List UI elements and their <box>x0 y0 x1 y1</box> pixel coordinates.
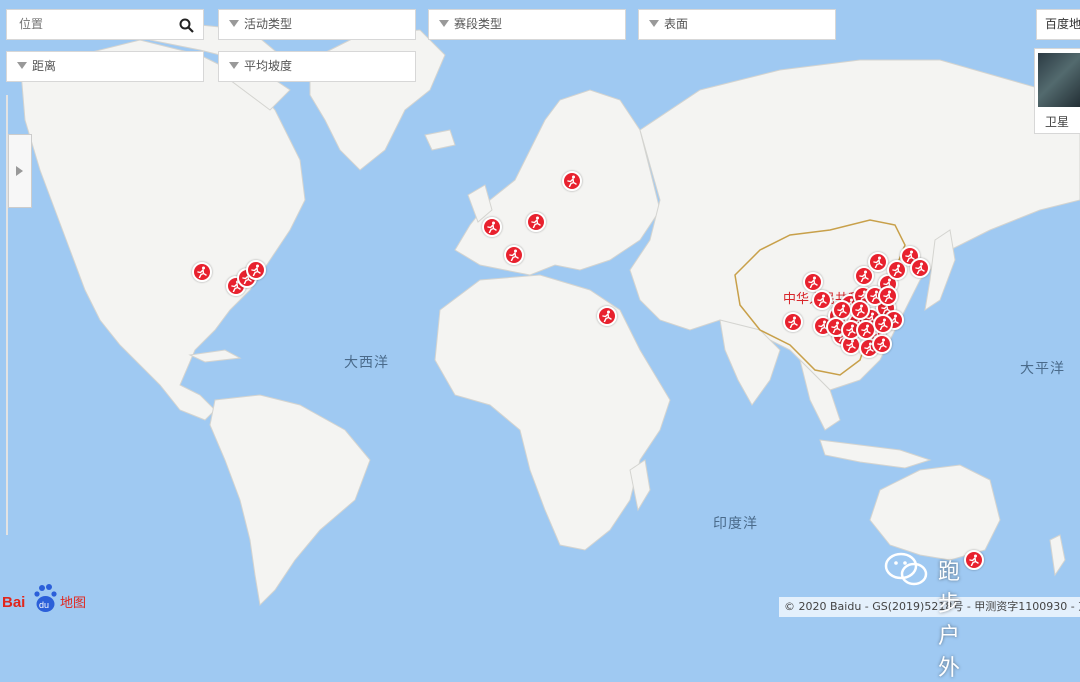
activity-type-dropdown[interactable]: 活动类型 <box>218 9 416 40</box>
running-segment-marker[interactable] <box>964 550 984 570</box>
world-map[interactable] <box>0 0 1080 617</box>
running-segment-marker[interactable] <box>910 258 930 278</box>
running-segment-marker[interactable] <box>562 171 582 191</box>
runner-icon <box>969 554 979 566</box>
running-segment-marker[interactable] <box>482 217 502 237</box>
running-segment-marker[interactable] <box>504 245 524 265</box>
runner-icon <box>817 294 827 306</box>
runner-icon <box>567 175 577 187</box>
runner-icon <box>859 270 869 282</box>
dropdown-arrow-icon <box>439 20 449 27</box>
wechat-icon <box>884 552 928 586</box>
satellite-label: 卫星 <box>1045 115 1070 129</box>
indian-ocean-label: 印度洋 <box>713 516 758 532</box>
atlantic-ocean-label: 大西洋 <box>344 355 389 371</box>
pacific-ocean-label: 大平洋 <box>1020 361 1065 377</box>
runner-icon <box>808 276 818 288</box>
search-icon[interactable] <box>179 18 194 33</box>
running-segment-marker[interactable] <box>783 312 803 332</box>
runner-icon <box>197 266 207 278</box>
runner-icon <box>487 221 497 233</box>
segment-type-dropdown[interactable]: 赛段类型 <box>428 9 626 40</box>
map-type-button[interactable]: 百度地图 <box>1036 9 1080 40</box>
runner-icon <box>878 318 888 330</box>
avg-grade-label: 平均坡度 <box>244 59 293 73</box>
copyright-notice: © 2020 Baidu - GS(2019)5218号 - 甲测资字11009… <box>779 597 1080 617</box>
dropdown-arrow-icon <box>229 62 239 69</box>
watermark-text: 跑步户外 <box>938 560 963 681</box>
segment-type-label: 赛段类型 <box>454 17 503 31</box>
satellite-toggle[interactable]: 卫星 <box>1034 48 1080 134</box>
runner-icon <box>861 324 871 336</box>
running-segment-marker[interactable] <box>526 212 546 232</box>
running-segment-marker[interactable] <box>192 262 212 282</box>
dropdown-arrow-icon <box>17 62 27 69</box>
running-segment-marker[interactable] <box>803 272 823 292</box>
location-search-box[interactable] <box>6 9 204 40</box>
avg-grade-dropdown[interactable]: 平均坡度 <box>218 51 416 82</box>
runner-icon <box>846 339 856 351</box>
runner-icon <box>602 310 612 322</box>
activity-type-label: 活动类型 <box>244 17 293 31</box>
svg-text:Bai: Bai <box>2 594 25 611</box>
running-segment-marker[interactable] <box>868 252 888 272</box>
runner-icon <box>531 216 541 228</box>
surface-label: 表面 <box>664 17 689 31</box>
running-segment-marker[interactable] <box>246 260 266 280</box>
runner-icon <box>788 316 798 328</box>
expand-panel-button[interactable] <box>8 134 32 208</box>
svg-text:地图: 地图 <box>60 596 86 611</box>
svg-text:du: du <box>39 600 49 610</box>
running-segment-marker[interactable] <box>878 286 898 306</box>
location-search-input[interactable] <box>17 16 171 32</box>
distance-label: 距离 <box>32 59 57 73</box>
runner-icon <box>877 338 887 350</box>
chevron-right-icon <box>16 166 23 176</box>
runner-icon <box>892 264 902 276</box>
runner-icon <box>915 262 925 274</box>
satellite-thumbnail <box>1038 53 1080 107</box>
running-segment-marker[interactable] <box>812 290 832 310</box>
surface-dropdown[interactable]: 表面 <box>638 9 836 40</box>
runner-icon <box>509 249 519 261</box>
dropdown-arrow-icon <box>649 20 659 27</box>
dropdown-arrow-icon <box>229 20 239 27</box>
runner-icon <box>837 304 847 316</box>
runner-icon <box>873 256 883 268</box>
baidu-logo: Bai du 地图 <box>2 584 86 612</box>
watermark: 跑步户外 <box>882 549 960 681</box>
distance-dropdown[interactable]: 距离 <box>6 51 204 82</box>
running-segment-marker[interactable] <box>872 334 892 354</box>
runner-icon <box>251 264 261 276</box>
runner-icon <box>855 304 865 316</box>
running-segment-marker[interactable] <box>597 306 617 326</box>
running-segment-marker[interactable] <box>873 314 893 334</box>
runner-icon <box>883 290 893 302</box>
